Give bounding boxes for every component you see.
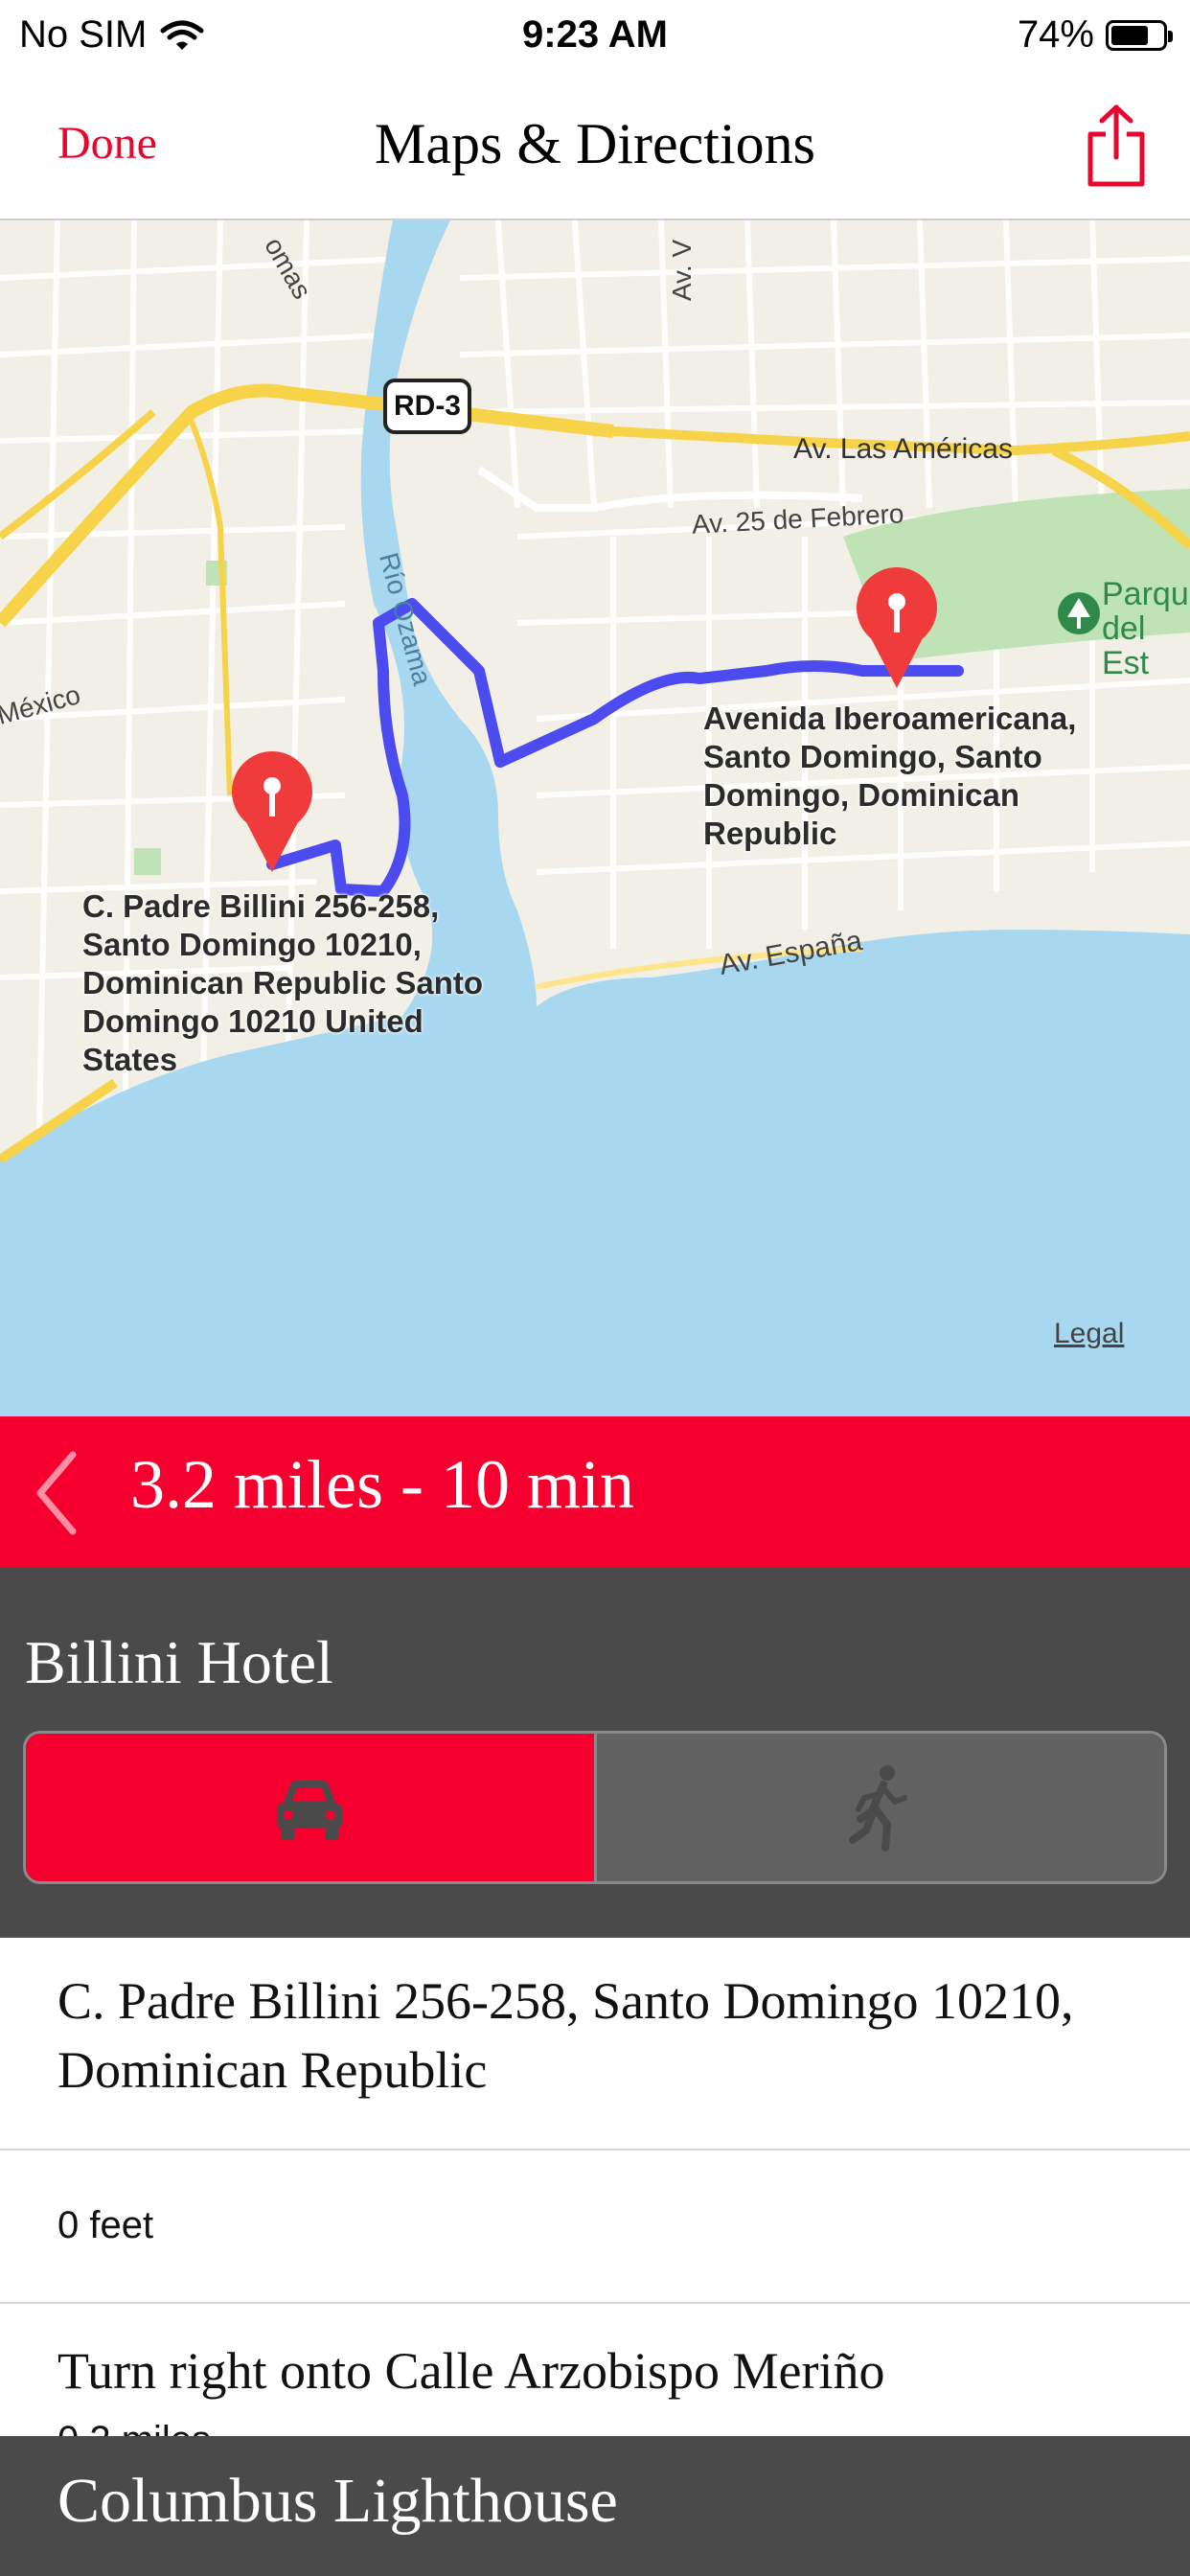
destination-name: Columbus Lighthouse: [57, 2466, 618, 2536]
direction-text: C. Padre Billini 256-258, Santo Domingo …: [57, 1966, 1074, 2104]
road-label-av-v: Av. V: [667, 239, 698, 302]
direction-text: Turn right onto Calle Arzobispo Meriño: [57, 2342, 885, 2400]
origin-panel: Billini Hotel: [0, 1568, 1190, 1938]
map-view[interactable]: omas Av. V RD-3 Av. Las Américas Av. 25 …: [0, 220, 1190, 1416]
navigation-bar: Done Maps & Directions: [0, 77, 1190, 220]
start-pin-label: C. Padre Billini 256-258, Santo Domingo …: [82, 888, 484, 1077]
battery-icon: [1106, 19, 1173, 51]
battery-percent: 74%: [1017, 13, 1094, 56]
park-label: Parque del Est: [1102, 577, 1190, 680]
page-title: Maps & Directions: [375, 112, 815, 175]
car-icon: [277, 1781, 343, 1840]
route-summary-text: 3.2 miles - 10 min: [130, 1446, 634, 1523]
walk-mode-button[interactable]: [596, 1734, 1164, 1881]
clock: 9:23 AM: [522, 13, 668, 56]
route-shield-rd3: RD-3: [383, 379, 471, 434]
destination-footer[interactable]: Columbus Lighthouse: [0, 2436, 1190, 2576]
battery-group: 74%: [1017, 13, 1173, 57]
legal-link[interactable]: Legal: [1054, 1318, 1124, 1350]
direction-distance: 0 feet: [57, 2204, 154, 2246]
road-label-las-americas: Av. Las Américas: [793, 433, 1013, 465]
transport-mode-selector: [23, 1731, 1167, 1884]
walk-icon: [848, 1765, 907, 1852]
direction-row[interactable]: C. Padre Billini 256-258, Santo Domingo …: [0, 1938, 1190, 2150]
direction-text-line: Dominican Republic: [57, 2041, 488, 2099]
status-bar: No SIM 9:23 AM 74%: [0, 0, 1190, 77]
screen: No SIM 9:23 AM 74% Done Maps & Direction…: [0, 0, 1190, 2576]
direction-row[interactable]: 0 feet: [0, 2150, 1190, 2304]
direction-text-line: C. Padre Billini 256-258, Santo Domingo …: [57, 1972, 1074, 2030]
share-icon[interactable]: [1083, 104, 1150, 190]
drive-mode-button[interactable]: [26, 1734, 597, 1881]
route-summary-bar: 3.2 miles - 10 min: [0, 1416, 1190, 1568]
origin-name: Billini Hotel: [25, 1628, 333, 1696]
end-pin-label: Avenida Iberoamericana, Santo Domingo, S…: [703, 701, 1077, 851]
chevron-left-icon[interactable]: [29, 1445, 86, 1541]
